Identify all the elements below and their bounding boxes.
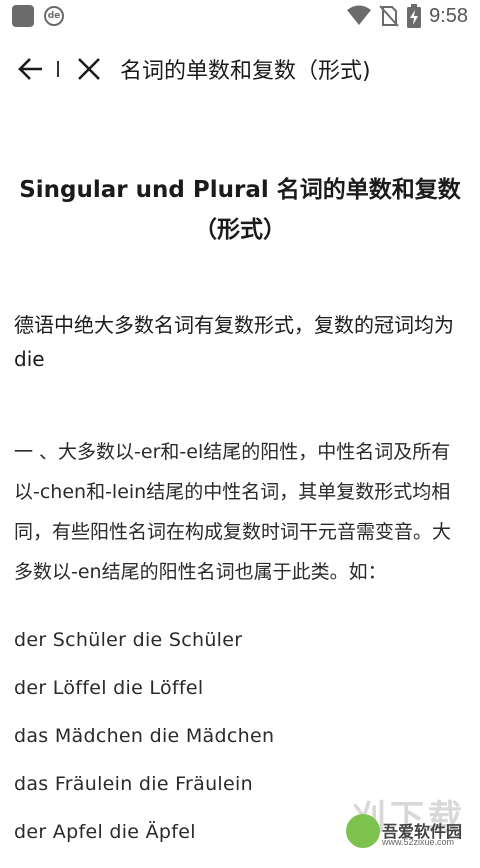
article-rule-1: 一 、大多数以-er和-el结尾的阳性，中性名词及所有以-chen和-lein结… <box>14 441 452 583</box>
watermark: 刈下载 吾爱软件园 www.52zixue.com <box>346 790 476 850</box>
status-time: 9:58 <box>429 4 468 27</box>
status-bar: de 9:58 <box>0 0 480 34</box>
toolbar-divider <box>57 61 59 77</box>
watermark-url: www.52zixue.com <box>382 837 455 847</box>
arrow-left-icon <box>18 58 42 80</box>
toolbar: 名词的单数和复数（形式) <box>0 40 480 100</box>
notification-square-icon <box>12 5 34 27</box>
battery-charging-icon <box>407 4 422 28</box>
watermark-logo-icon <box>346 814 380 848</box>
wifi-icon <box>347 5 372 25</box>
example-item: der Schüler die Schüler <box>14 629 243 651</box>
no-sim-icon <box>379 5 399 27</box>
article-heading: Singular und Plural 名词的单数和复数（形式） <box>19 177 461 243</box>
page-title: 名词的单数和复数（形式) <box>120 59 371 84</box>
status-right: 9:58 <box>347 4 468 28</box>
example-item: das Mädchen die Mädchen <box>14 725 275 747</box>
article-header: Singular und Plural 名词的单数和复数（形式） <box>14 170 466 250</box>
back-button[interactable] <box>18 56 44 82</box>
close-icon <box>78 58 100 80</box>
de-app-icon: de <box>44 6 64 26</box>
example-item: der Löffel die Löffel <box>14 677 204 699</box>
article-intro: 德语中绝大多数名词有复数形式，复数的冠词均为die <box>14 313 454 371</box>
status-left: de <box>12 5 64 27</box>
close-button[interactable] <box>77 57 101 81</box>
